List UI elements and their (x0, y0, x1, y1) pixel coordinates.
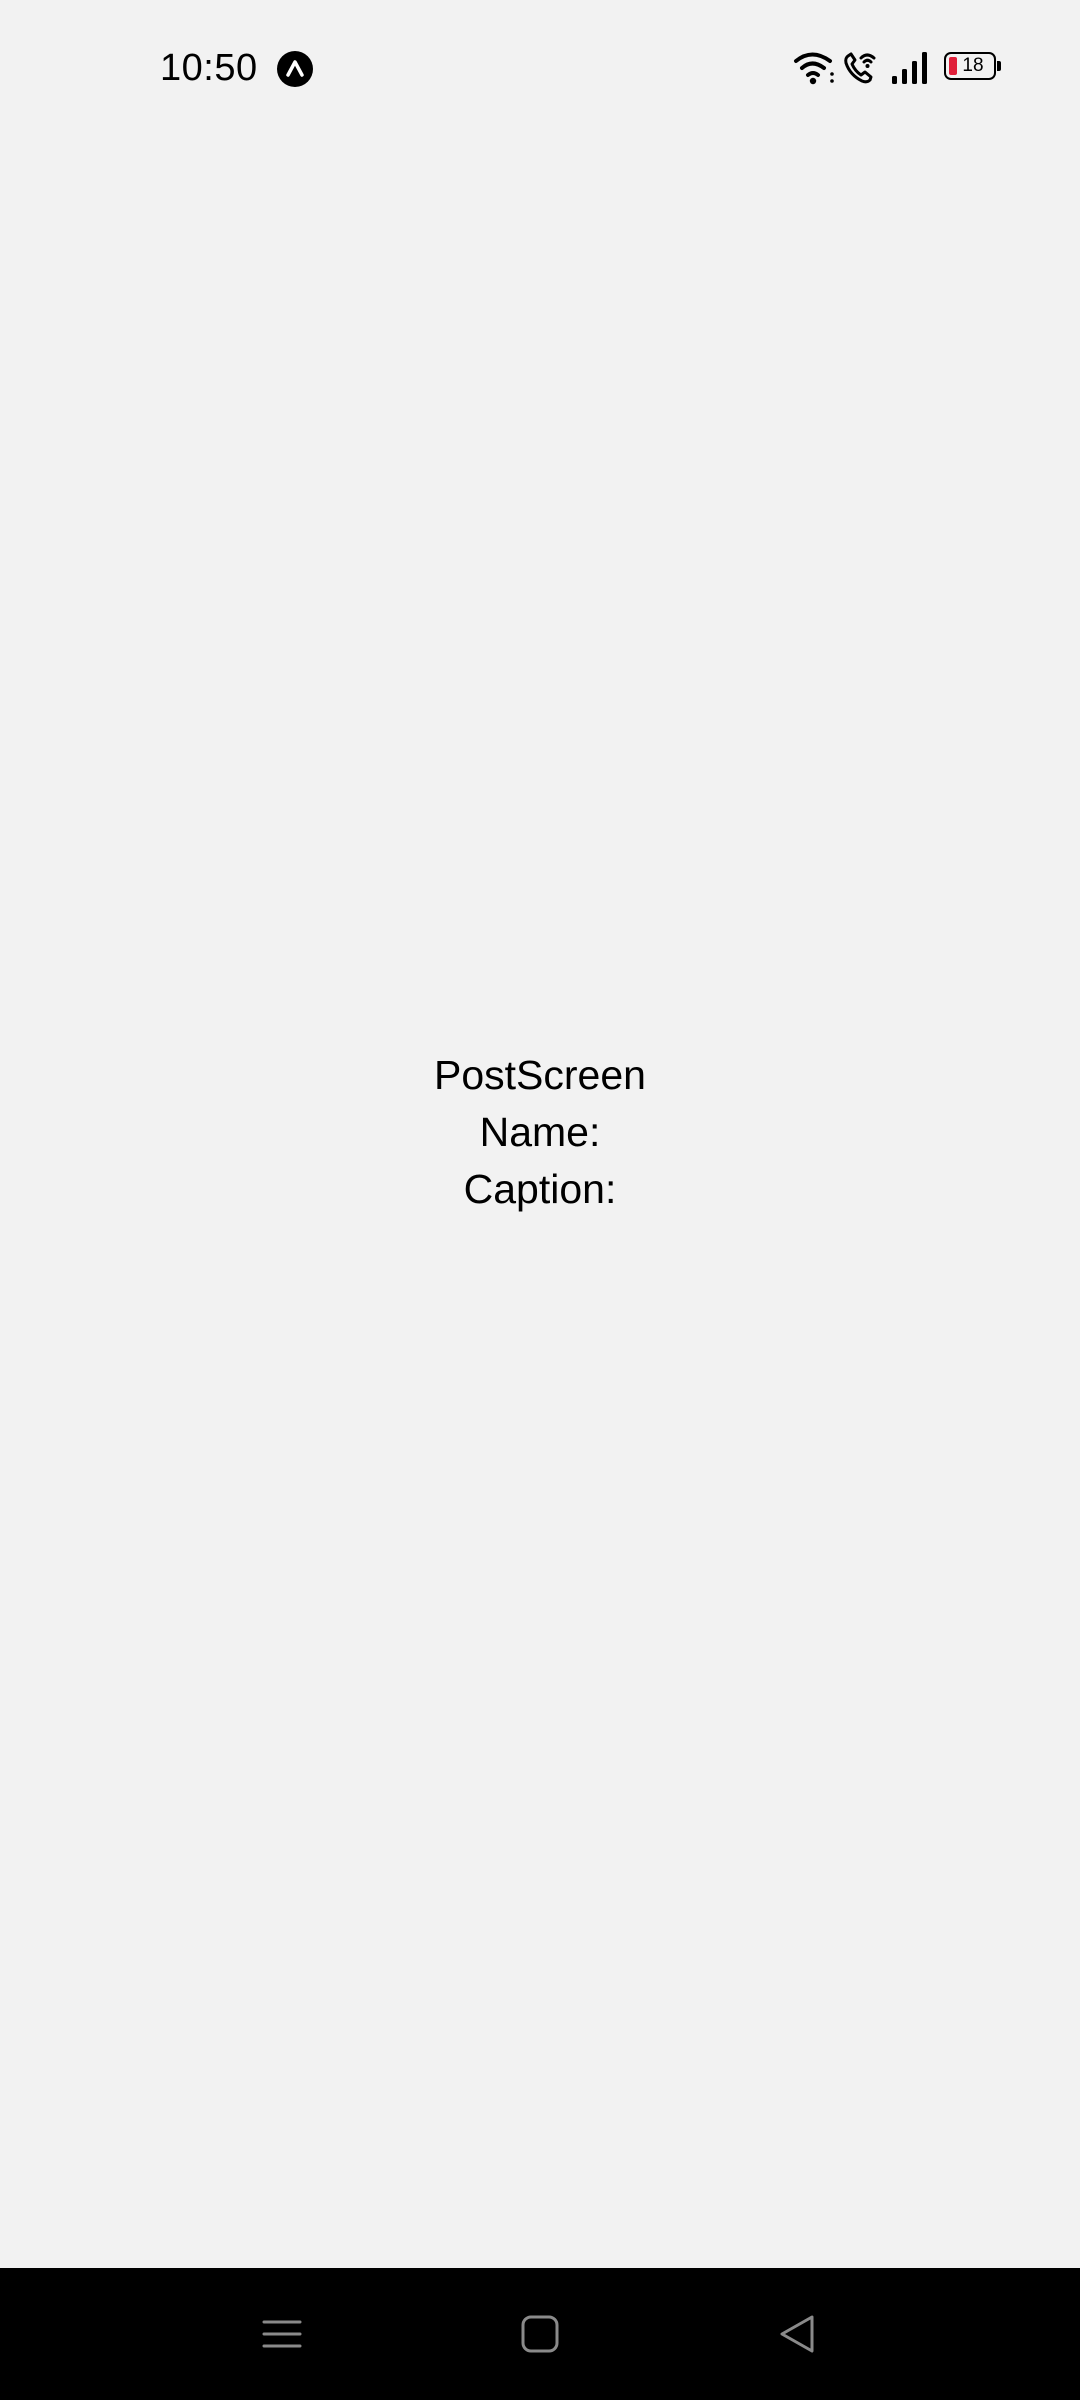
status-time: 10:50 (160, 47, 258, 89)
back-icon (780, 2315, 814, 2353)
wifi-calling-icon (844, 52, 876, 84)
menu-icon (262, 2320, 302, 2348)
battery-level-text: 18 (962, 55, 984, 76)
post-screen-content: PostScreen Name: Caption: (0, 1047, 1080, 1218)
caption-label: Caption: (463, 1166, 617, 1212)
recent-apps-button[interactable] (246, 2298, 318, 2370)
screen-title: PostScreen (434, 1052, 646, 1098)
navigation-bar (0, 2268, 1080, 2400)
name-label: Name: (479, 1109, 601, 1155)
signal-icon (892, 52, 927, 84)
home-icon (521, 2315, 559, 2353)
battery-icon: 18 (944, 52, 1004, 84)
wifi-icon (794, 52, 834, 85)
status-bar: 10:50 18 (0, 0, 1080, 140)
expo-go-icon (277, 51, 313, 87)
home-button[interactable] (504, 2298, 576, 2370)
back-button[interactable] (762, 2298, 834, 2370)
